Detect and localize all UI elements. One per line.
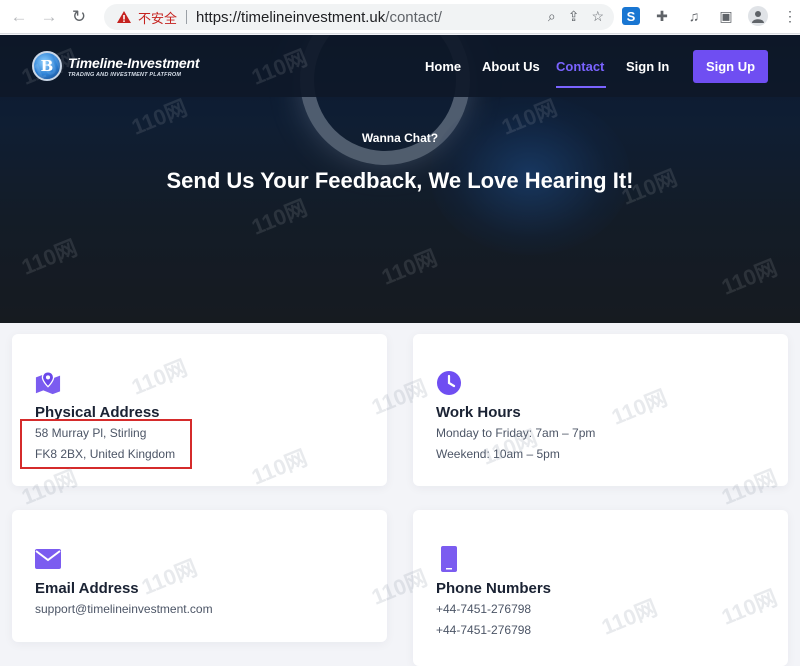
envelope-icon: [35, 546, 61, 572]
side-panel-icon[interactable]: ▣: [716, 6, 736, 26]
email-address[interactable]: support@timelineinvestment.com: [35, 602, 213, 616]
hours-line-1: Monday to Friday: 7am – 7pm: [436, 426, 596, 440]
browser-toolbar: ← → ↻ 不安全 https://timelineinvestment.uk/…: [0, 0, 800, 34]
hero-section: B Timeline-Investment TRADING AND INVEST…: [0, 35, 800, 323]
reload-icon[interactable]: ↻: [68, 6, 90, 28]
logo-tagline: TRADING AND INVESTMENT PLATFROM: [68, 71, 182, 78]
hours-card: Work Hours Monday to Friday: 7am – 7pm W…: [413, 334, 788, 486]
email-card: Email Address support@timelineinvestment…: [12, 510, 387, 642]
hero-title: Send Us Your Feedback, We Love Hearing I…: [166, 168, 634, 193]
nav-about-us[interactable]: About Us: [482, 59, 540, 74]
more-icon[interactable]: ⋮: [780, 6, 800, 26]
phone-icon: [436, 546, 462, 572]
site-logo[interactable]: B Timeline-Investment TRADING AND INVEST…: [32, 51, 200, 81]
nav-active-indicator: [556, 86, 606, 88]
map-icon: [35, 370, 61, 396]
url-text: https://timelineinvestment.uk/contact/: [196, 8, 442, 26]
sign-up-button[interactable]: Sign Up: [693, 50, 768, 83]
email-card-title: Email Address: [35, 580, 139, 597]
address-bar[interactable]: 不安全 https://timelineinvestment.uk/contac…: [104, 4, 614, 30]
extension-s-icon[interactable]: S: [622, 7, 640, 25]
site-header: B Timeline-Investment TRADING AND INVEST…: [0, 35, 800, 97]
hours-line-2: Weekend: 10am – 5pm: [436, 447, 560, 461]
nav-contact[interactable]: Contact: [556, 59, 604, 74]
phone-card: Phone Numbers +44-7451-276798 +44-7451-2…: [413, 510, 788, 666]
warning-icon: [117, 11, 131, 23]
profile-icon[interactable]: [748, 6, 768, 26]
phone-number-2[interactable]: +44-7451-276798: [436, 623, 531, 637]
zoom-icon[interactable]: ⌕: [548, 8, 556, 25]
omnibox-divider: [186, 10, 188, 24]
nav-sign-in[interactable]: Sign In: [626, 59, 669, 74]
logo-title: Timeline-Investment: [68, 54, 200, 71]
phone-number-1[interactable]: +44-7451-276798: [436, 602, 531, 616]
share-icon[interactable]: ⇪: [568, 8, 580, 25]
forward-icon[interactable]: →: [38, 6, 60, 28]
media-icon[interactable]: ♫: [684, 6, 704, 26]
phone-card-title: Phone Numbers: [436, 580, 552, 597]
star-icon[interactable]: ☆: [591, 8, 604, 25]
red-annotation-box: [20, 419, 192, 469]
logo-badge-icon: B: [32, 51, 62, 81]
hours-card-title: Work Hours: [436, 404, 521, 421]
hero-kicker: Wanna Chat?: [361, 131, 439, 145]
nav-home[interactable]: Home: [425, 59, 461, 74]
insecure-label: 不安全: [138, 10, 178, 26]
puzzle-icon[interactable]: ✚: [652, 6, 672, 26]
clock-icon: [436, 370, 462, 396]
back-icon[interactable]: ←: [8, 6, 30, 28]
